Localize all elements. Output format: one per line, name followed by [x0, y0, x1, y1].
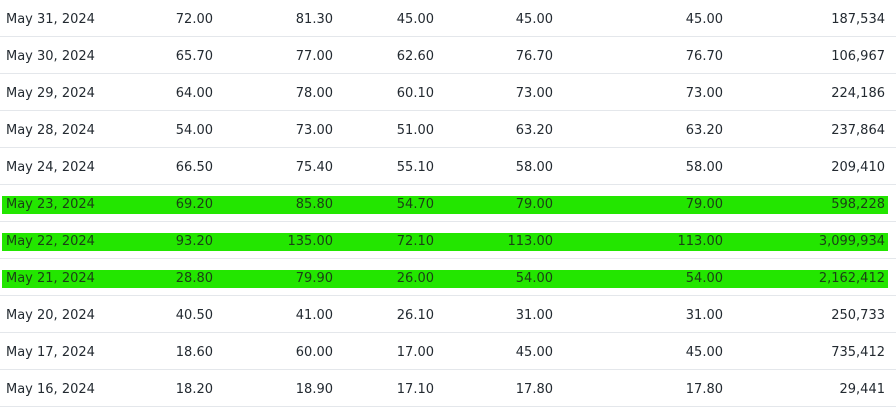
- high-cell: 75.40: [295, 160, 333, 175]
- open-cell: 40.50: [175, 308, 213, 323]
- open-cell: 65.70: [175, 49, 213, 64]
- volume-cell: 598,228: [831, 197, 885, 212]
- table-row: May 30, 2024 65.70 77.00 62.60 76.70 76.70 106…: [0, 37, 896, 74]
- open-cell: 28.80: [175, 271, 213, 286]
- high-cell: 60.00: [295, 345, 333, 360]
- close-cell: 63.20: [515, 123, 553, 138]
- date-cell: May 16, 2024: [6, 382, 95, 397]
- close-cell: 113.00: [507, 234, 554, 249]
- adj-close-cell: 113.00: [677, 234, 724, 249]
- high-cell: 41.00: [295, 308, 333, 323]
- volume-cell: 2,162,412: [818, 271, 885, 286]
- open-cell: 64.00: [175, 86, 213, 101]
- table-row: May 20, 2024 40.50 41.00 26.10 31.00 31.00 250…: [0, 296, 896, 333]
- volume-cell: 106,967: [831, 49, 885, 64]
- table-row: May 28, 2024 54.00 73.00 51.00 63.20 63.20 237…: [0, 111, 896, 148]
- adj-close-cell: 45.00: [685, 345, 723, 360]
- date-cell: May 24, 2024: [6, 160, 95, 175]
- date-cell: May 22, 2024: [6, 234, 95, 249]
- volume-cell: 209,410: [831, 160, 885, 175]
- volume-cell: 237,864: [831, 123, 885, 138]
- low-cell: 54.70: [396, 197, 434, 212]
- close-cell: 45.00: [515, 12, 553, 27]
- date-cell: May 20, 2024: [6, 308, 95, 323]
- date-cell: May 29, 2024: [6, 86, 95, 101]
- high-cell: 81.30: [295, 12, 333, 27]
- volume-cell: 29,441: [839, 382, 886, 397]
- high-cell: 77.00: [295, 49, 333, 64]
- adj-close-cell: 73.00: [685, 86, 723, 101]
- close-cell: 73.00: [515, 86, 553, 101]
- historical-prices-table: May 31, 2024 72.00 81.30 45.00 45.00 45.00 187…: [0, 0, 896, 407]
- low-cell: 26.10: [396, 308, 434, 323]
- close-cell: 58.00: [515, 160, 553, 175]
- adj-close-cell: 58.00: [685, 160, 723, 175]
- date-cell: May 31, 2024: [6, 12, 95, 27]
- table-row: May 23, 2024 69.20 85.80 54.70 79.00 79.00 598…: [0, 185, 896, 222]
- close-cell: 17.80: [515, 382, 553, 397]
- open-cell: 66.50: [175, 160, 213, 175]
- adj-close-cell: 79.00: [685, 197, 723, 212]
- adj-close-cell: 76.70: [685, 49, 723, 64]
- high-cell: 73.00: [295, 123, 333, 138]
- low-cell: 72.10: [396, 234, 434, 249]
- table-row: May 22, 2024 93.20 135.00 72.10 113.00 113.00…: [0, 222, 896, 259]
- volume-cell: 735,412: [831, 345, 885, 360]
- adj-close-cell: 31.00: [685, 308, 723, 323]
- close-cell: 54.00: [515, 271, 553, 286]
- date-cell: May 23, 2024: [6, 197, 95, 212]
- close-cell: 79.00: [515, 197, 553, 212]
- adj-close-cell: 17.80: [685, 382, 723, 397]
- high-cell: 85.80: [295, 197, 333, 212]
- row-highlight: [2, 196, 888, 214]
- volume-cell: 187,534: [831, 12, 885, 27]
- date-cell: May 28, 2024: [6, 123, 95, 138]
- low-cell: 17.00: [396, 345, 434, 360]
- open-cell: 69.20: [175, 197, 213, 212]
- low-cell: 51.00: [396, 123, 434, 138]
- high-cell: 79.90: [295, 271, 333, 286]
- volume-cell: 224,186: [831, 86, 885, 101]
- open-cell: 72.00: [175, 12, 213, 27]
- open-cell: 93.20: [175, 234, 213, 249]
- low-cell: 45.00: [396, 12, 434, 27]
- date-cell: May 21, 2024: [6, 271, 95, 286]
- close-cell: 76.70: [515, 49, 553, 64]
- adj-close-cell: 54.00: [685, 271, 723, 286]
- table-row: May 17, 2024 18.60 60.00 17.00 45.00 45.00 735…: [0, 333, 896, 370]
- open-cell: 18.60: [175, 345, 213, 360]
- high-cell: 18.90: [295, 382, 333, 397]
- adj-close-cell: 63.20: [685, 123, 723, 138]
- open-cell: 18.20: [175, 382, 213, 397]
- low-cell: 17.10: [396, 382, 434, 397]
- volume-cell: 3,099,934: [818, 234, 885, 249]
- table-row: May 16, 2024 18.20 18.90 17.10 17.80 17.80 29,…: [0, 370, 896, 407]
- low-cell: 55.10: [396, 160, 434, 175]
- date-cell: May 30, 2024: [6, 49, 95, 64]
- close-cell: 31.00: [515, 308, 553, 323]
- table-row: May 31, 2024 72.00 81.30 45.00 45.00 45.00 187…: [0, 0, 896, 37]
- volume-cell: 250,733: [831, 308, 885, 323]
- low-cell: 26.00: [396, 271, 434, 286]
- low-cell: 62.60: [396, 49, 434, 64]
- low-cell: 60.10: [396, 86, 434, 101]
- close-cell: 45.00: [515, 345, 553, 360]
- table-row: May 21, 2024 28.80 79.90 26.00 54.00 54.00 2,1…: [0, 259, 896, 296]
- table-row: May 24, 2024 66.50 75.40 55.10 58.00 58.00 209…: [0, 148, 896, 185]
- open-cell: 54.00: [175, 123, 213, 138]
- high-cell: 135.00: [287, 234, 334, 249]
- date-cell: May 17, 2024: [6, 345, 95, 360]
- high-cell: 78.00: [295, 86, 333, 101]
- row-highlight: [2, 233, 888, 251]
- row-highlight: [2, 270, 888, 288]
- table-row: May 29, 2024 64.00 78.00 60.10 73.00 73.00 224…: [0, 74, 896, 111]
- adj-close-cell: 45.00: [685, 12, 723, 27]
